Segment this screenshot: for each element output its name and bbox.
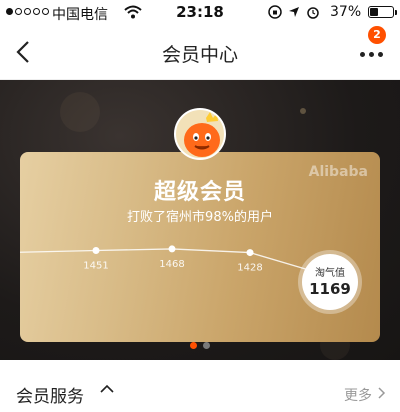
membership-card[interactable]: Alibaba 超级会员 打败了宿州市98%的用户 1451 1468 1428 淘…	[20, 152, 380, 342]
score-bubble[interactable]: 淘气值 1169	[302, 254, 358, 310]
location-icon	[289, 7, 299, 17]
more-link[interactable]: 更多	[344, 385, 372, 405]
mascot-avatar[interactable]	[174, 108, 226, 160]
battery-percent: 37%	[330, 4, 362, 20]
nav-bar: 会员中心	[0, 24, 400, 80]
score-label: 淘气值	[315, 268, 345, 279]
pager-dot[interactable]	[203, 342, 210, 349]
battery-level	[370, 8, 379, 16]
score-trend-chart: 1451 1468 1428	[20, 245, 331, 277]
score-value: 1169	[309, 280, 351, 298]
sparkle	[300, 108, 306, 114]
member-services-header: 会员服务 更多	[0, 360, 400, 412]
more-dots-icon	[360, 52, 383, 57]
more-button[interactable]	[356, 42, 386, 66]
chevron-right-icon[interactable]	[378, 387, 386, 399]
status-bar: 中国电信 23:18 37%	[0, 0, 400, 24]
trend-point	[246, 249, 254, 257]
chevron-up-icon[interactable]	[100, 384, 114, 394]
battery-icon	[368, 6, 397, 18]
sparkle	[60, 92, 100, 132]
trend-point-label: 1428	[237, 263, 262, 274]
trend-point	[168, 245, 176, 253]
notification-badge: 2	[368, 26, 386, 44]
carousel-pager	[0, 342, 400, 349]
page-title: 会员中心	[161, 44, 238, 66]
trend-point	[92, 246, 100, 254]
member-hero: Alibaba 超级会员 打败了宿州市98%的用户 1451 1468 1428 淘…	[0, 80, 400, 360]
trend-point-label: 1451	[83, 260, 108, 271]
alarm-icon	[307, 7, 319, 19]
pager-dot[interactable]	[190, 342, 197, 349]
trend-point-label: 1468	[159, 259, 184, 270]
section-title: 会员服务	[16, 387, 84, 407]
orientation-lock-icon	[268, 5, 282, 19]
